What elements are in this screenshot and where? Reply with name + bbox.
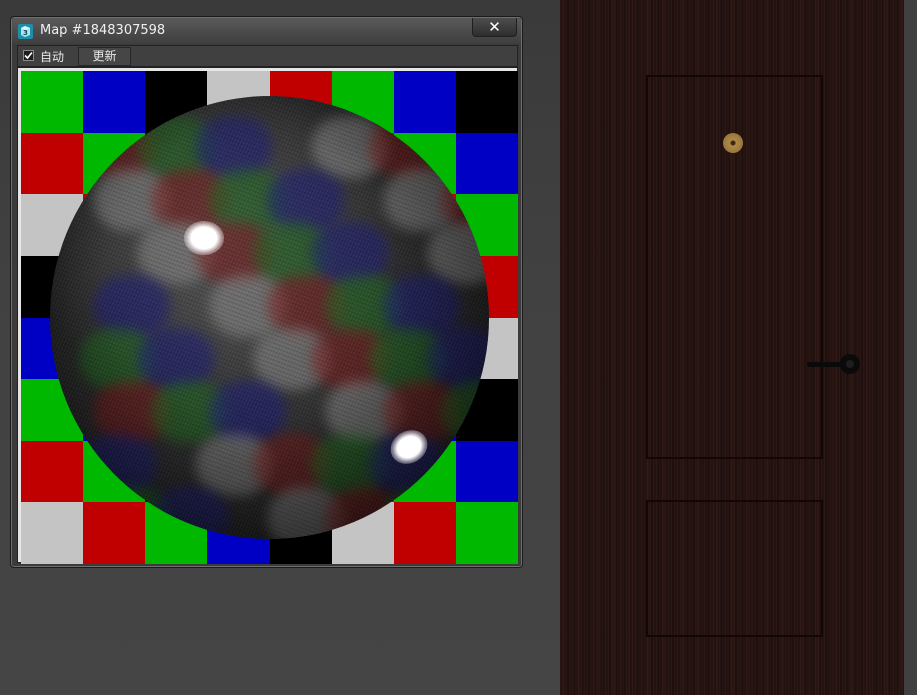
map-preview-render: [17, 67, 518, 564]
door-lower-panel: [646, 500, 823, 637]
3ds-max-icon: 3: [18, 24, 33, 39]
specular-highlight: [184, 221, 224, 255]
render-canvas: [21, 71, 518, 564]
preview-toolbar: 自动 更新: [17, 45, 518, 67]
close-button[interactable]: ✕: [472, 18, 517, 37]
door-handle: [807, 354, 860, 374]
sphere-shading: [50, 96, 489, 539]
map-preview-window[interactable]: 3 Map #1848307598 ✕ 自动 更新: [10, 16, 523, 568]
door-model: [560, 0, 904, 695]
window-title: Map #1848307598: [40, 23, 166, 38]
window-titlebar[interactable]: 3 Map #1848307598 ✕: [12, 18, 521, 44]
auto-label[interactable]: 自动: [40, 48, 64, 65]
checkmark-icon: [24, 51, 33, 60]
auto-checkbox[interactable]: [23, 50, 34, 61]
material-sphere: [50, 96, 489, 539]
close-icon: ✕: [488, 18, 501, 36]
svg-text:3: 3: [23, 29, 28, 37]
door-peephole: [723, 133, 743, 153]
update-button[interactable]: 更新: [78, 47, 131, 66]
viewport-edge: [904, 0, 917, 695]
